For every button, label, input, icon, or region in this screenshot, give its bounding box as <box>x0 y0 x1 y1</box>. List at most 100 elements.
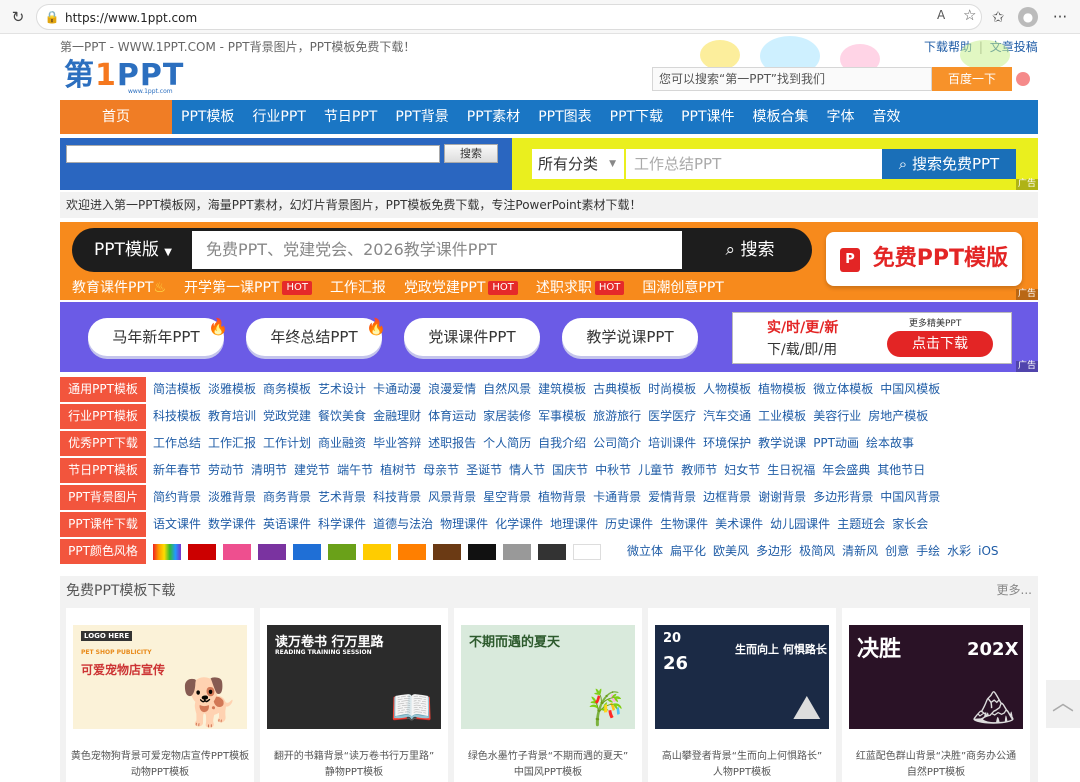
color-swatch[interactable] <box>328 544 356 560</box>
scroll-top-button[interactable]: ︿ <box>1046 680 1080 728</box>
nav-item[interactable]: PPT下载 <box>601 100 672 134</box>
category-link[interactable]: 儿童节 <box>638 457 674 484</box>
category-link[interactable]: 新年春节 <box>153 457 201 484</box>
category-link[interactable]: 古典模板 <box>593 376 641 403</box>
category-link[interactable]: 幼儿园课件 <box>770 511 830 538</box>
color-swatch[interactable] <box>153 544 181 560</box>
category-link[interactable]: 清明节 <box>251 457 287 484</box>
category-link[interactable]: 自然风景 <box>483 376 531 403</box>
category-link[interactable]: 自我介绍 <box>538 430 586 457</box>
template-caption[interactable]: 高山攀登者背景“生而向上何惧路长” 人物PPT模板 <box>648 749 836 781</box>
color-swatch[interactable] <box>398 544 426 560</box>
nav-item[interactable]: 字体 <box>818 100 864 134</box>
category-link[interactable]: 星空背景 <box>483 484 531 511</box>
category-link[interactable]: 述职报告 <box>428 430 476 457</box>
category-link[interactable]: 教育培训 <box>208 403 256 430</box>
category-link[interactable]: 多边形背景 <box>813 484 873 511</box>
keyword-link[interactable]: 党政党建PPT HOT <box>404 277 518 299</box>
category-link[interactable]: 妇女节 <box>724 457 760 484</box>
category-link[interactable]: 历史课件 <box>605 511 653 538</box>
category-link[interactable]: 时尚模板 <box>648 376 696 403</box>
category-link[interactable]: 植物背景 <box>538 484 586 511</box>
baidu-search-button[interactable]: 百度一下 <box>932 67 1012 91</box>
nav-item[interactable]: PPT图表 <box>529 100 600 134</box>
category-link[interactable]: 化学课件 <box>495 511 543 538</box>
keyword-link[interactable]: 开学第一课PPT HOT <box>184 277 312 299</box>
color-swatch[interactable] <box>538 544 566 560</box>
topic-button[interactable]: 马年新年PPT 🔥 <box>88 317 228 356</box>
category-label[interactable]: 优秀PPT下载 <box>60 431 146 456</box>
nav-item[interactable]: PPT模板 <box>172 100 243 134</box>
category-link[interactable]: 语文课件 <box>153 511 201 538</box>
template-caption[interactable]: 黄色宠物狗背景可爱宠物店宣传PPT模板 动物PPT模板 <box>66 749 254 781</box>
lock-icon[interactable]: 🔒 <box>43 8 61 26</box>
category-link[interactable]: 党政党建 <box>263 403 311 430</box>
keyword-link[interactable]: 述职求职 HOT <box>536 277 625 299</box>
free-template-cta[interactable]: P 免费PPT模版 <box>826 232 1022 286</box>
category-link[interactable]: 微立体 <box>627 538 663 565</box>
color-swatch[interactable] <box>293 544 321 560</box>
menu-icon[interactable]: ··· <box>1050 7 1070 27</box>
category-link[interactable]: 年会盛典 <box>822 457 870 484</box>
nav-item[interactable]: 行业PPT <box>243 100 314 134</box>
category-label[interactable]: 通用PPT模板 <box>60 377 146 402</box>
template-caption[interactable]: 翻开的书籍背景“读万卷书行万里路” 静物PPT模板 <box>260 749 448 781</box>
category-link[interactable]: 中秋节 <box>595 457 631 484</box>
category-link[interactable]: 圣诞节 <box>466 457 502 484</box>
free-ppt-search-button[interactable]: ⌕ 搜索免费PPT <box>882 149 1016 179</box>
nav-item[interactable]: 模板合集 <box>744 100 818 134</box>
click-download-button[interactable]: 点击下载 <box>887 331 993 357</box>
template-card[interactable]: LOGO HERE PET SHOP PUBLICITY 可爱宠物店宣传 🐕 黄色宠物狗… <box>66 608 254 782</box>
category-link[interactable]: 房地产模板 <box>868 403 928 430</box>
site-search-input[interactable] <box>66 145 440 163</box>
category-link[interactable]: 道德与法治 <box>373 511 433 538</box>
nav-item[interactable]: PPT背景 <box>386 100 457 134</box>
category-label[interactable]: 节日PPT模板 <box>60 458 146 483</box>
category-select[interactable]: 所有分类 ▼ <box>532 149 624 179</box>
more-link[interactable]: 更多... <box>997 581 1032 598</box>
nav-item[interactable]: 节日PPT <box>315 100 386 134</box>
category-link[interactable]: 微立体模板 <box>813 376 873 403</box>
category-link[interactable]: 情人节 <box>509 457 545 484</box>
keyword-link[interactable]: 工作汇报 <box>330 277 386 299</box>
color-swatch[interactable] <box>258 544 286 560</box>
category-link[interactable]: 金融理财 <box>373 403 421 430</box>
template-category[interactable]: 人物PPT模板 <box>648 765 836 781</box>
template-title[interactable]: 绿色水墨竹子背景“不期而遇的夏天” <box>454 749 642 765</box>
category-link[interactable]: 植树节 <box>380 457 416 484</box>
template-category[interactable]: 自然PPT模板 <box>842 765 1030 781</box>
category-link[interactable]: 水彩 <box>947 538 971 565</box>
read-aloud-icon[interactable]: A <box>937 8 945 22</box>
category-link[interactable]: 生物课件 <box>660 511 708 538</box>
template-thumbnail[interactable]: 决胜 202X 🏔 <box>849 625 1023 729</box>
favorite-star-icon[interactable]: ☆ <box>963 6 976 24</box>
category-link[interactable]: 中国风模板 <box>880 376 940 403</box>
category-link[interactable]: 浪漫爱情 <box>428 376 476 403</box>
template-thumbnail[interactable]: 20 26 生而向上 何惧路长 ⛰ <box>655 625 829 729</box>
category-link[interactable]: 体育运动 <box>428 403 476 430</box>
category-link[interactable]: 美容行业 <box>813 403 861 430</box>
promo-search-button[interactable]: ⌕ 搜索 <box>692 231 808 269</box>
category-link[interactable]: 建筑模板 <box>538 376 586 403</box>
category-link[interactable]: 教师节 <box>681 457 717 484</box>
template-card[interactable]: 不期而遇的夏天 🎋 绿色水墨竹子背景“不期而遇的夏天” 中国风PPT模板 <box>454 608 642 782</box>
address-bar[interactable]: 🔒 https://www.1ppt.com A ☆ <box>36 4 982 30</box>
category-link[interactable]: 艺术背景 <box>318 484 366 511</box>
free-ppt-search-input[interactable]: 工作总结PPT <box>626 149 882 179</box>
category-link[interactable]: 美术课件 <box>715 511 763 538</box>
category-link[interactable]: 端午节 <box>337 457 373 484</box>
nav-item[interactable]: PPT课件 <box>672 100 743 134</box>
category-link[interactable]: 极简风 <box>799 538 835 565</box>
category-link[interactable]: 英语课件 <box>263 511 311 538</box>
category-link[interactable]: 创意 <box>885 538 909 565</box>
reload-icon[interactable]: ↻ <box>8 7 28 27</box>
nav-home[interactable]: 首页 <box>60 100 172 134</box>
promo-search-input[interactable]: 免费PPT、党建党会、2026教学课件PPT <box>192 231 682 269</box>
template-type-select[interactable]: PPT模版 ▼ <box>76 233 186 267</box>
template-card[interactable]: 决胜 202X 🏔 红蓝配色群山背景“决胜”商务办公通 自然PPT模板 <box>842 608 1030 782</box>
category-link[interactable]: 工作汇报 <box>208 430 256 457</box>
category-link[interactable]: 风景背景 <box>428 484 476 511</box>
category-link[interactable]: 欧美风 <box>713 538 749 565</box>
category-link[interactable]: 淡雅模板 <box>208 376 256 403</box>
category-link[interactable]: 物理课件 <box>440 511 488 538</box>
